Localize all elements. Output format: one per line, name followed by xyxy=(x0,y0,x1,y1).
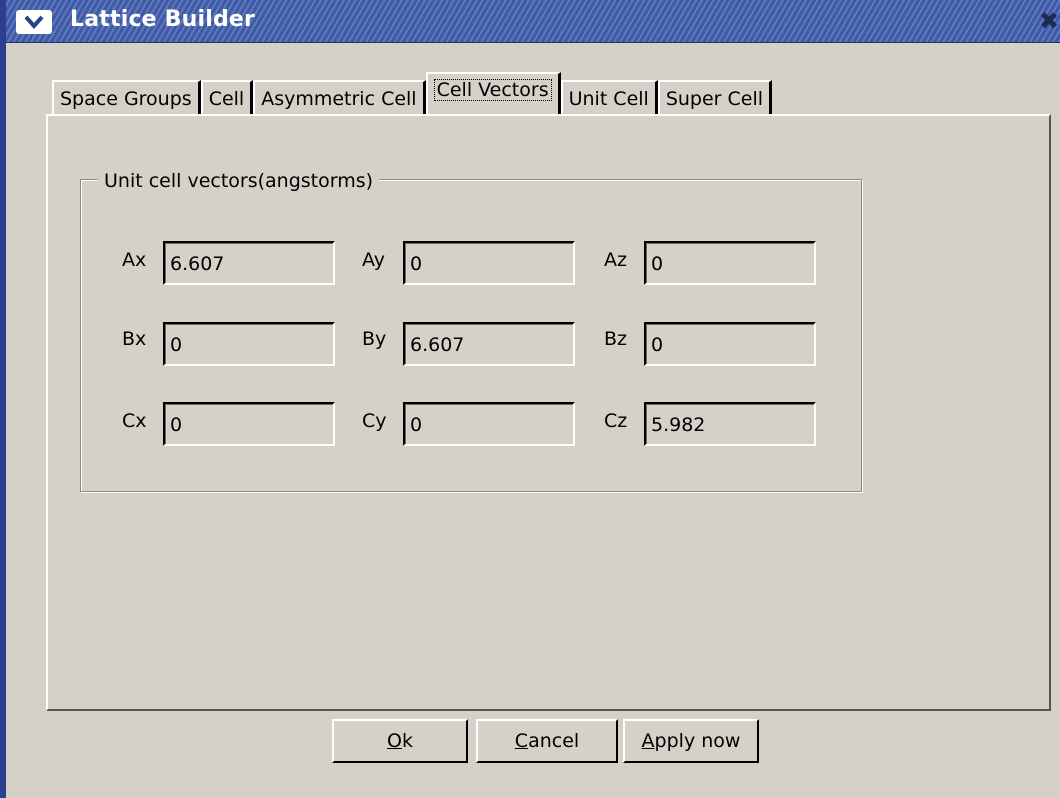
tab-cell[interactable]: Cell xyxy=(200,80,254,116)
tab-super-cell[interactable]: Super Cell xyxy=(657,80,773,116)
cz-label: Cz xyxy=(604,410,628,432)
ax-input[interactable]: 6.607 xyxy=(163,241,335,285)
tab-asymmetric-cell[interactable]: Asymmetric Cell xyxy=(253,80,426,116)
cancel-mnemonic: C xyxy=(514,730,529,752)
cancel-button[interactable]: Cancel xyxy=(476,719,618,763)
apply-now-button[interactable]: Apply now xyxy=(623,719,759,763)
by-input[interactable]: 6.607 xyxy=(403,322,575,366)
tab-cell-vectors[interactable]: Cell Vectors xyxy=(425,72,561,116)
tab-label: Cell Vectors xyxy=(433,79,552,101)
lattice-builder-window: Lattice Builder ✖ Space Groups Cell Asym… xyxy=(0,0,1060,798)
ay-input[interactable]: 0 xyxy=(403,241,575,285)
frame-label: Unit cell vectors(angstorms) xyxy=(98,170,380,192)
ok-label: k xyxy=(401,730,413,752)
ay-label: Ay xyxy=(362,249,385,271)
az-input[interactable]: 0 xyxy=(644,241,816,285)
bz-label: Bz xyxy=(604,328,628,350)
cz-input[interactable]: 5.982 xyxy=(644,402,816,446)
cy-input[interactable]: 0 xyxy=(403,402,575,446)
ok-mnemonic: O xyxy=(387,730,402,752)
cancel-label: ancel xyxy=(528,730,580,752)
ok-button[interactable]: Ok xyxy=(332,719,468,763)
tab-label: Super Cell xyxy=(665,88,764,110)
cx-input[interactable]: 0 xyxy=(163,402,335,446)
tab-space-groups[interactable]: Space Groups xyxy=(52,80,201,116)
tab-unit-cell[interactable]: Unit Cell xyxy=(560,80,658,116)
tab-label: Cell xyxy=(208,88,245,110)
bx-label: Bx xyxy=(122,328,147,350)
tab-label: Space Groups xyxy=(60,88,192,110)
cy-label: Cy xyxy=(362,410,387,432)
tab-label: Asymmetric Cell xyxy=(261,88,417,110)
bz-input[interactable]: 0 xyxy=(644,322,816,366)
apply-label: pply now xyxy=(654,730,741,752)
bx-input[interactable]: 0 xyxy=(163,322,335,366)
az-label: Az xyxy=(604,249,627,271)
apply-mnemonic: A xyxy=(641,730,655,752)
tab-label: Unit Cell xyxy=(568,88,649,110)
title-bar[interactable]: Lattice Builder ✖ xyxy=(6,0,1060,43)
window-title: Lattice Builder xyxy=(70,7,256,32)
by-label: By xyxy=(362,328,387,350)
notebook-tabs: Space Groups Cell Asymmetric Cell Cell V… xyxy=(52,72,773,116)
close-icon[interactable]: ✖ xyxy=(1038,7,1060,35)
window-bottom-edge xyxy=(6,786,1060,798)
ax-label: Ax xyxy=(122,249,147,271)
window-menu-button[interactable] xyxy=(16,10,52,34)
chevron-down-icon xyxy=(24,15,44,30)
cx-label: Cx xyxy=(122,410,147,432)
